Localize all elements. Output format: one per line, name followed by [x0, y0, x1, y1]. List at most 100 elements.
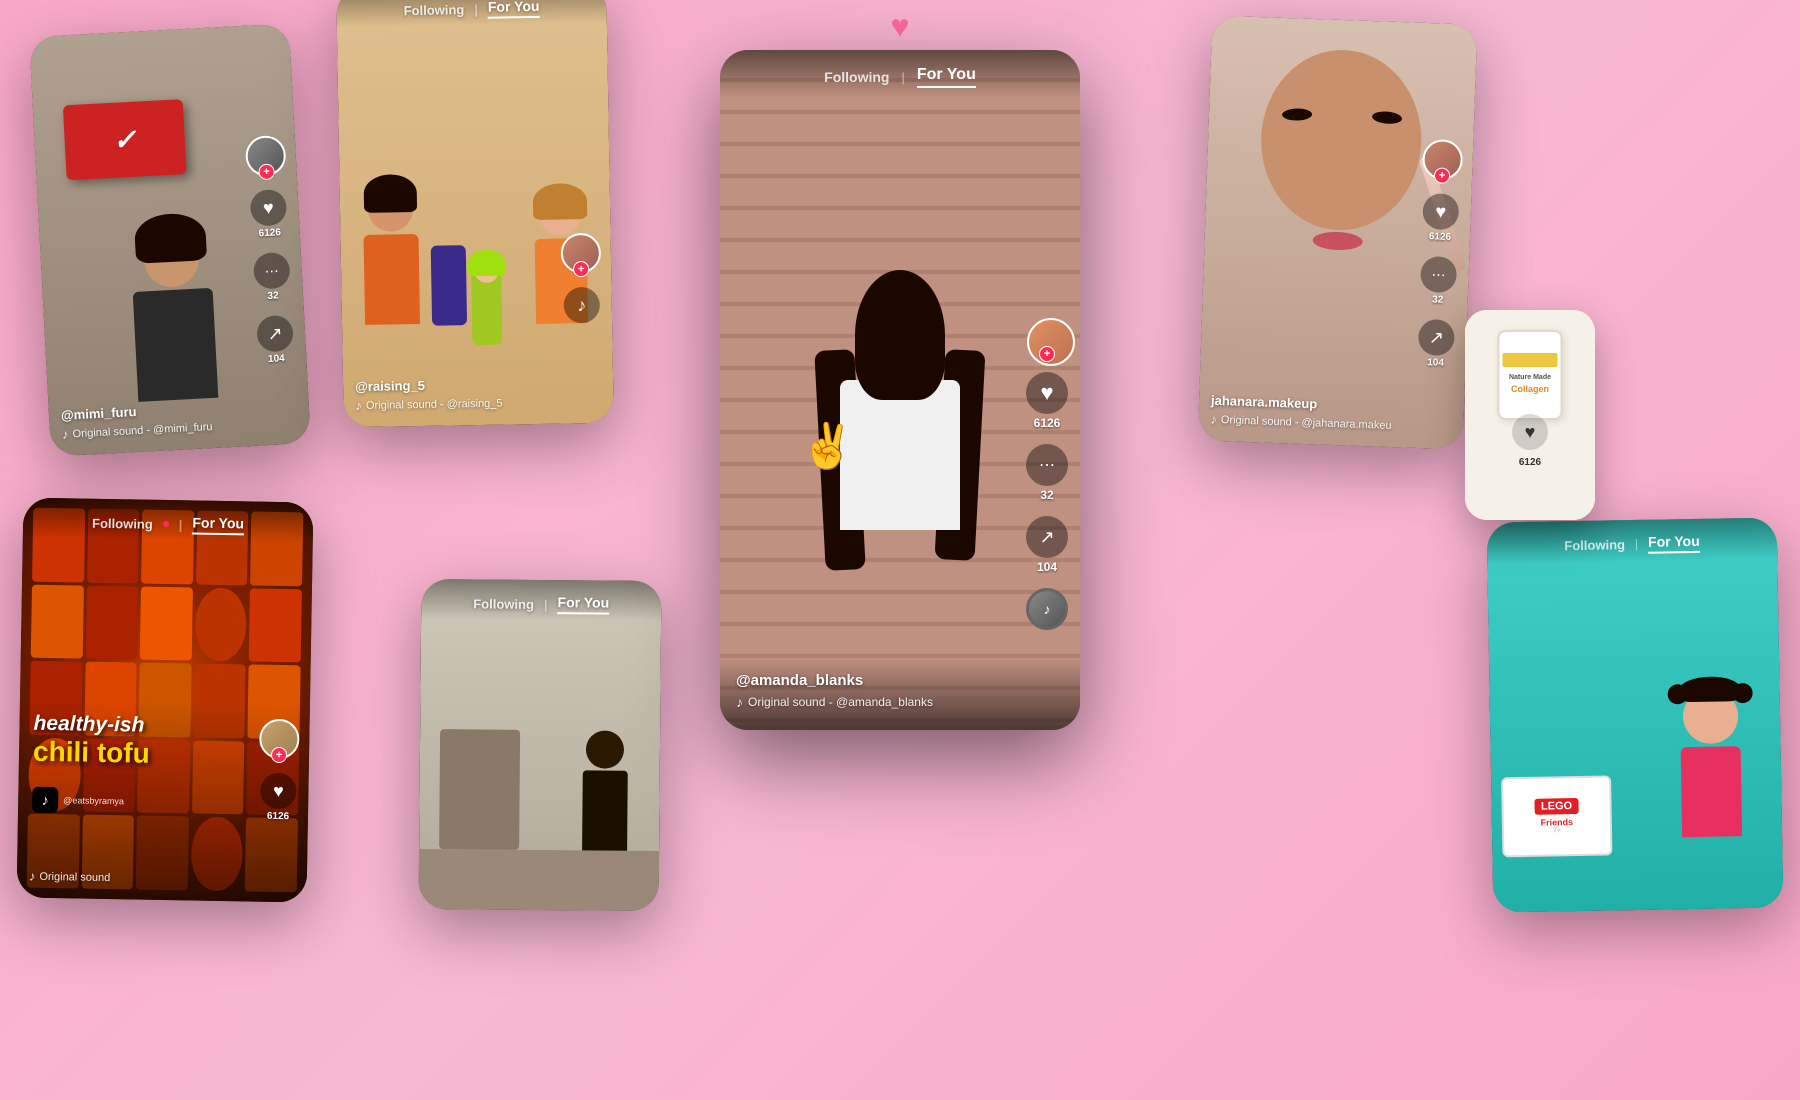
comment-action-jahanara[interactable]: ⋯ 32: [1420, 256, 1458, 306]
share-action-amanda[interactable]: ↗ 104: [1026, 516, 1068, 574]
share-action[interactable]: ↗ 104: [256, 315, 295, 366]
music-note-jahanara: ♪: [1210, 412, 1217, 427]
phone-card-chili: Following | For You healthy-ish chili to…: [17, 497, 314, 902]
follow-badge-2[interactable]: +: [573, 261, 589, 277]
comment-icon: ⋯: [253, 252, 291, 290]
heart-icon: ♥: [250, 189, 288, 227]
lego-logo: LEGO: [1535, 798, 1578, 815]
music-note-disc: ♪: [1044, 601, 1051, 617]
kid2-hair: [533, 183, 588, 220]
comment-action-amanda[interactable]: ⋯ 32: [1026, 444, 1068, 502]
eye-right: [1371, 110, 1402, 125]
red-dot-chili: [163, 521, 169, 527]
collagen-label: Collagen: [1511, 384, 1549, 394]
like-action[interactable]: ♥ 6126: [250, 189, 289, 240]
like-count-amanda: 6126: [1034, 416, 1061, 430]
follow-badge-chili[interactable]: +: [271, 747, 287, 763]
avatar-amanda[interactable]: +: [1027, 318, 1067, 358]
for-you-int: For You: [557, 594, 609, 614]
follow-badge-jahanara[interactable]: +: [1434, 167, 1451, 184]
bottle-label: Nature Made Collagen: [1507, 371, 1553, 397]
phone-card-mimi-furu: ✓ + ♥ 6126 ⋯ 32: [29, 23, 311, 456]
music-disc-icon: ♪: [1026, 588, 1068, 630]
bottom-info-raising5: @raising_5 ♪ Original sound - @raising_5: [343, 365, 614, 428]
makeup-face: [1246, 47, 1434, 293]
tiktok-logo: ♪ @eatsbyramya: [32, 787, 124, 815]
share-count-amanda: 104: [1037, 560, 1057, 574]
heart-icon-amanda: ♥: [1026, 372, 1068, 414]
for-you-label-card2: For You: [488, 0, 540, 19]
doll-hair: [467, 249, 504, 276]
comment-count-jahanara: 32: [1432, 294, 1444, 305]
healthy-text: healthy-ish: [33, 712, 150, 738]
like-action-amanda[interactable]: ♥ 6126: [1026, 372, 1068, 430]
comment-count: 32: [267, 290, 279, 302]
following-label-amanda: Following: [824, 69, 889, 85]
silhouette-head: [586, 730, 624, 768]
lips: [1312, 231, 1363, 251]
heart-icon-chili: ♥: [260, 773, 297, 810]
nav-sep-chili: |: [179, 517, 183, 532]
username-amanda: @amanda_blanks: [736, 672, 1064, 689]
right-actions-amanda: + ♥ 6126 ⋯ 32 ↗ 104 ♪: [1026, 318, 1068, 630]
nav-raising5: Following | For You: [336, 0, 607, 27]
avatar-jahanara[interactable]: +: [1422, 139, 1463, 180]
kid1-body: [363, 234, 420, 325]
deco-heart: ♥: [891, 8, 910, 45]
comment-icon-jahanara: ⋯: [1420, 256, 1457, 293]
music-note: ♪: [62, 427, 69, 442]
comment-action[interactable]: ⋯ 32: [253, 252, 292, 303]
doll-green: [471, 255, 503, 346]
lego-child-body: [1681, 746, 1743, 837]
avatar-chili[interactable]: +: [259, 719, 300, 760]
nav-lego: Following | For You: [1487, 517, 1778, 564]
nav-chili: Following | For You: [23, 497, 314, 542]
bottom-info-jahanara: jahanara.makeup ♪ Original sound - @jaha…: [1198, 382, 1465, 449]
phone-card-interior: Following | For You: [419, 579, 662, 911]
music-disc-amanda[interactable]: ♪: [1026, 588, 1068, 630]
chili-title: healthy-ish chili tofu: [33, 712, 151, 770]
nav-sep-lego: |: [1635, 537, 1638, 551]
kid1-head: [367, 186, 413, 232]
amanda-body: [840, 380, 960, 530]
music-disc-raising5[interactable]: ♪: [563, 287, 600, 324]
music-note-2: ♪: [355, 398, 362, 413]
nature-made: Nature Made: [1509, 374, 1551, 381]
share-action-jahanara[interactable]: ↗ 104: [1417, 319, 1455, 369]
silhouette-body: [582, 770, 628, 850]
tiktok-handle-chili: @eatsbyramya: [63, 795, 124, 806]
like-count-jahanara: 6126: [1429, 231, 1452, 243]
kid1-hair: [363, 174, 417, 213]
username-raising5: @raising_5: [355, 375, 601, 394]
like-action-jahanara[interactable]: ♥ 6126: [1422, 193, 1460, 243]
floor: [419, 849, 660, 911]
for-you-chili: For You: [192, 514, 244, 535]
heart-icon-supplement[interactable]: ♥: [1512, 414, 1548, 450]
share-count: 104: [268, 353, 285, 365]
lego-child: [1670, 688, 1753, 849]
phone-card-amanda: ✌ Following | For You + ♥ 6126 ⋯ 32 ↗: [720, 50, 1080, 730]
like-action-chili[interactable]: ♥ 6126: [260, 773, 297, 823]
bottom-info-amanda: @amanda_blanks ♪ Original sound - @amand…: [720, 658, 1080, 730]
right-actions-jahanara: + ♥ 6126 ⋯ 32 ↗ 104: [1415, 139, 1463, 369]
avatar-mimi[interactable]: +: [245, 135, 287, 177]
lego-friends-text: Friends: [1541, 817, 1574, 828]
eye-left: [1281, 108, 1311, 121]
sound-jahanara: ♪ Original sound - @jahanara.makeu: [1210, 412, 1451, 435]
follow-badge-amanda[interactable]: +: [1039, 346, 1055, 362]
supplement-bottle: Nature Made Collagen: [1498, 330, 1563, 420]
doll-head: [473, 258, 498, 283]
avatar-raising5[interactable]: +: [561, 233, 602, 274]
bottom-info-chili: ♪ Original sound: [17, 858, 308, 902]
like-count-chili: 6126: [267, 811, 289, 822]
nav-divider: |: [474, 1, 478, 16]
tiktok-t: ♪: [42, 792, 49, 808]
nav-amanda: Following | For You: [720, 50, 1080, 98]
share-count-jahanara: 104: [1427, 357, 1444, 369]
heart-icon-jahanara: ♥: [1422, 193, 1459, 230]
supplement-actions: ♥ 6126: [1512, 414, 1548, 470]
follow-badge[interactable]: +: [258, 163, 275, 180]
right-actions-chili: + ♥ 6126: [258, 719, 300, 823]
music-note-amanda: ♪: [736, 694, 743, 710]
like-count: 6126: [258, 227, 281, 239]
